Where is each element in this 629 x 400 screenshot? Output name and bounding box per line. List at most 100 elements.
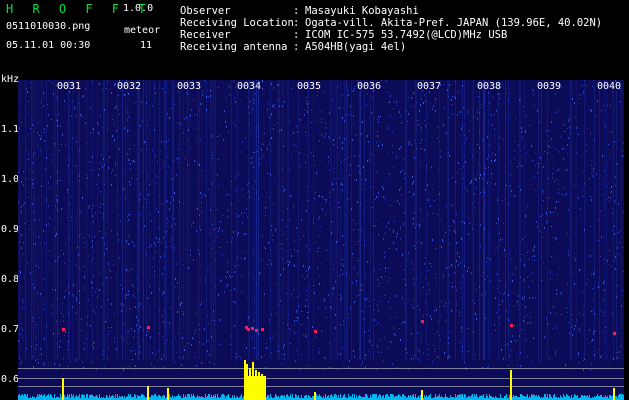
baseline-bar <box>159 395 160 400</box>
noise-speck <box>93 310 94 312</box>
noise-speck <box>106 277 107 279</box>
noise-speck <box>468 217 469 218</box>
noise-streak <box>92 80 93 360</box>
noise-speck <box>551 256 552 257</box>
noise-speck <box>342 95 343 96</box>
noise-speck <box>563 187 564 188</box>
noise-speck <box>343 362 344 363</box>
noise-speck <box>22 253 23 255</box>
noise-speck <box>427 294 428 295</box>
noise-speck <box>618 253 619 255</box>
noise-speck <box>400 187 401 188</box>
noise-speck <box>62 303 63 305</box>
noise-speck <box>556 126 557 127</box>
baseline-bar <box>142 394 143 400</box>
baseline-bar <box>597 394 598 400</box>
noise-speck <box>562 194 563 195</box>
noise-speck <box>220 121 221 122</box>
noise-speck <box>609 347 610 348</box>
noise-speck <box>601 236 602 238</box>
noise-speck <box>319 351 320 353</box>
baseline-bar <box>622 394 623 400</box>
noise-speck <box>454 230 455 232</box>
baseline-bar <box>350 396 351 400</box>
noise-speck <box>534 189 535 190</box>
noise-speck <box>399 86 400 87</box>
noise-speck <box>568 252 569 254</box>
noise-speck <box>532 89 533 90</box>
baseline-bar <box>584 395 585 400</box>
noise-speck <box>588 109 589 110</box>
noise-speck <box>130 214 131 215</box>
noise-speck <box>342 259 343 260</box>
baseline-bar <box>188 394 189 400</box>
noise-speck <box>296 227 297 229</box>
noise-speck <box>509 279 510 280</box>
noise-speck <box>212 154 213 156</box>
noise-speck <box>421 98 422 100</box>
noise-speck <box>467 111 468 113</box>
noise-streak <box>143 80 144 360</box>
noise-speck <box>204 328 205 330</box>
baseline-bar <box>172 395 173 400</box>
noise-speck <box>329 112 330 114</box>
noise-speck <box>419 350 420 352</box>
noise-speck <box>489 144 490 146</box>
noise-speck <box>578 197 579 199</box>
noise-streak <box>248 80 249 360</box>
noise-speck <box>307 107 308 108</box>
power-spike <box>421 390 423 400</box>
noise-speck <box>116 278 117 279</box>
noise-speck <box>184 159 185 160</box>
noise-speck <box>526 339 527 340</box>
noise-speck <box>557 111 558 112</box>
noise-speck <box>449 302 450 303</box>
noise-speck <box>109 269 110 271</box>
baseline-bar <box>547 394 548 400</box>
noise-speck <box>135 369 136 370</box>
noise-speck <box>75 165 76 167</box>
baseline-bar <box>527 394 528 400</box>
header: H R O F F T 1.0.0 0511010030.png 05.11.0… <box>0 0 629 78</box>
noise-speck <box>178 333 179 334</box>
noise-speck <box>521 165 522 167</box>
noise-speck <box>499 98 500 99</box>
noise-speck <box>343 178 344 179</box>
noise-speck <box>207 316 208 317</box>
noise-speck <box>542 215 543 216</box>
noise-speck <box>34 152 35 153</box>
noise-speck <box>607 104 608 106</box>
baseline-bar <box>611 396 612 400</box>
baseline-bar <box>367 396 368 400</box>
baseline-bar <box>153 396 154 400</box>
noise-speck <box>32 284 33 285</box>
noise-speck <box>216 236 217 238</box>
noise-speck <box>321 135 322 136</box>
noise-speck <box>474 193 475 195</box>
noise-speck <box>262 155 263 157</box>
antenna-value: A504HB(yagi 4el) <box>305 41 407 53</box>
noise-speck <box>460 262 461 264</box>
noise-speck <box>282 354 283 355</box>
meteor-label: meteor <box>124 25 161 36</box>
noise-speck <box>67 217 68 218</box>
noise-speck <box>24 223 25 224</box>
noise-speck <box>413 181 414 183</box>
baseline-bar <box>86 394 87 400</box>
noise-speck <box>583 91 584 93</box>
noise-speck <box>54 363 55 365</box>
noise-speck <box>551 226 552 227</box>
noise-speck <box>564 194 565 196</box>
noise-speck <box>502 238 503 240</box>
baseline-bar <box>599 396 600 400</box>
noise-speck <box>382 144 383 146</box>
noise-speck <box>251 162 252 164</box>
noise-speck <box>487 367 488 368</box>
noise-speck <box>354 86 355 87</box>
noise-speck <box>470 182 471 184</box>
noise-speck <box>140 125 141 127</box>
noise-speck <box>306 245 307 247</box>
noise-speck <box>182 358 183 359</box>
noise-speck <box>365 354 366 356</box>
baseline-bar <box>292 394 293 400</box>
